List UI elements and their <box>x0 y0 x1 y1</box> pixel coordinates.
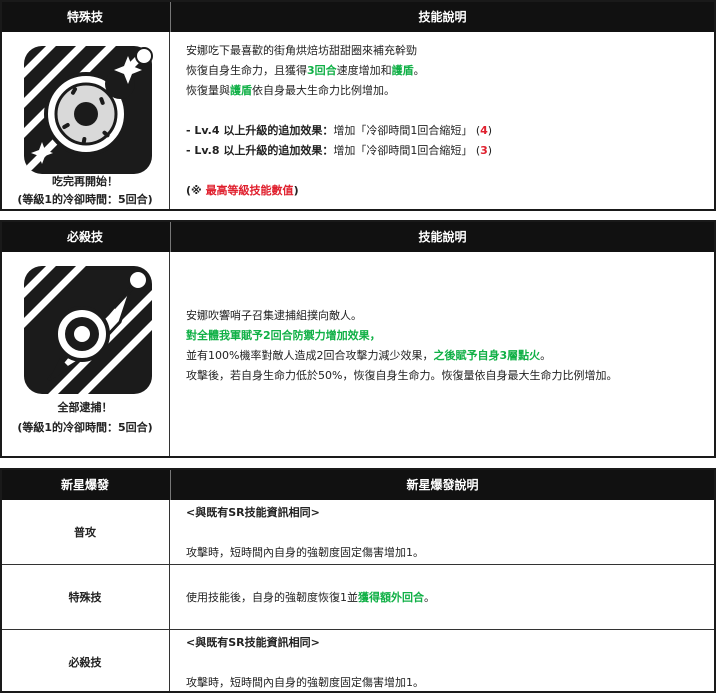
column-divider <box>169 32 170 209</box>
row-label-normal-attack: 普攻 <box>74 526 96 539</box>
row-text: 攻擊時，短時間內自身的強韌度固定傷害增加1。 <box>186 676 424 689</box>
table-header: 新星爆發 新星爆發說明 <box>2 470 714 500</box>
desc-line: 安娜吹響哨子召集逮捕組撲向敵人。 <box>186 309 362 322</box>
header-nova-burst-description: 新星爆發說明 <box>170 470 714 500</box>
column-divider <box>169 252 170 456</box>
skill-description: 安娜吹響哨子召集逮捕組撲向敵人。 對全體我軍賦予2回合防禦力增加效果， 並有10… <box>186 306 704 386</box>
special-skill-table: 特殊技 技能說明 吃完再開始！ (等級1的冷卻時間：5回合) 安娜吃下最喜歡的街… <box>0 0 716 211</box>
table-row: 普攻 <與既有SR技能資訊相同> 攻擊時，短時間內自身的強韌度固定傷害增加1。 <box>2 500 714 564</box>
ultimate-skill-table: 必殺技 技能說明 全部逮捕！ (等級1的冷卻時間：5回合) 安娜吹響哨子召集逮捕… <box>0 220 716 458</box>
table-header: 必殺技 技能說明 <box>2 222 714 252</box>
nova-burst-table: 新星爆發 新星爆發說明 普攻 <與既有SR技能資訊相同> 攻擊時，短時間內自身的… <box>0 468 716 693</box>
max-level-note: (※ 最高等級技能數值) <box>186 184 299 197</box>
row-label-special-skill: 特殊技 <box>68 591 102 604</box>
whistle-skill-icon <box>20 262 156 398</box>
skill-description: 安娜吃下最喜歡的街角烘焙坊甜甜圈來補充幹勁 恢復自身生命力，且獲得3回合速度增加… <box>186 41 704 201</box>
skill-name: 全部逮捕！ <box>57 401 113 414</box>
desc-line: 安娜吃下最喜歡的街角烘焙坊甜甜圈來補充幹勁 <box>186 44 417 57</box>
donut-skill-icon <box>20 42 153 174</box>
skill-cooldown: (等級1的冷卻時間：5回合) <box>17 193 153 206</box>
table-header: 特殊技 技能說明 <box>2 2 714 32</box>
lv8-bonus: - Lv.8 以上升級的追加效果：增加「冷卻時間1回合縮短」 (3) <box>186 144 493 157</box>
header-ultimate-skill: 必殺技 <box>66 230 103 244</box>
row-text: 使用技能後，自身的強韌度恢復1並獲得額外回合。 <box>186 591 435 604</box>
desc-line: 並有100%機率對敵人造成2回合攻擊力減少效果，之後賦予自身3層點火。 <box>186 349 552 362</box>
desc-line: 恢復量與護盾依自身最大生命力比例增加。 <box>186 84 395 97</box>
header-nova-burst: 新星爆發 <box>60 478 109 492</box>
header-special-skill: 特殊技 <box>66 10 103 24</box>
table-row: 特殊技 使用技能後，自身的強韌度恢復1並獲得額外回合。 <box>2 565 714 629</box>
skill-name: 吃完再開始！ <box>52 175 118 188</box>
row-label-ultimate-skill: 必殺技 <box>68 655 102 669</box>
desc-line: 恢復自身生命力，且獲得3回合速度增加和護盾。 <box>186 64 425 77</box>
lv4-bonus: - Lv.4 以上升級的追加效果：增加「冷卻時間1回合縮短」 (4) <box>186 124 493 137</box>
header-skill-description: 技能說明 <box>170 222 714 252</box>
same-as-sr-note: <與既有SR技能資訊相同> <box>186 636 320 649</box>
row-text: 攻擊時，短時間內自身的強韌度固定傷害增加1。 <box>186 546 424 559</box>
same-as-sr-note: <與既有SR技能資訊相同> <box>186 506 320 519</box>
header-skill-description: 技能說明 <box>170 2 714 32</box>
skill-cooldown: (等級1的冷卻時間：5回合) <box>17 421 153 434</box>
desc-line: 對全體我軍賦予2回合防禦力增加效果， <box>186 329 381 342</box>
desc-line: 攻擊後，若自身生命力低於50%，恢復自身生命力。恢復量依自身最大生命力比例增加。 <box>186 369 618 382</box>
table-row: 必殺技 <與既有SR技能資訊相同> 攻擊時，短時間內自身的強韌度固定傷害增加1。 <box>2 630 714 693</box>
